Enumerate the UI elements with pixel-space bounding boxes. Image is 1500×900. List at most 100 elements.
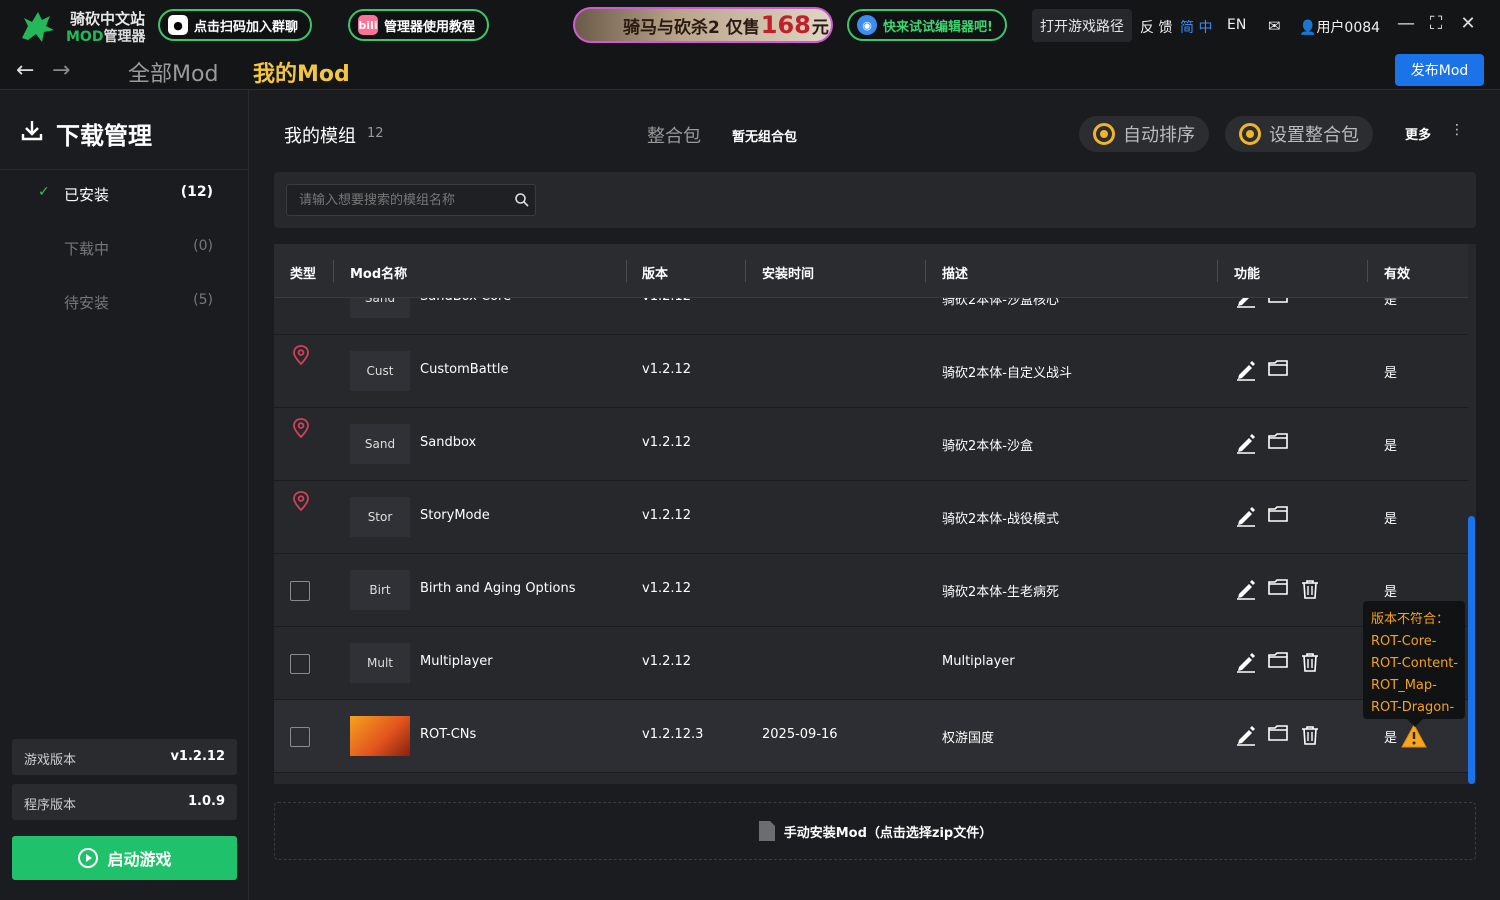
edit-icon[interactable] [1235, 578, 1257, 600]
auto-sort-button[interactable]: 自动排序 [1079, 116, 1209, 152]
sort-icon [1093, 123, 1115, 145]
main-content: 我的模组 12 整合包 暂无组合包 自动排序 设置整合包 更多 ⋮ SandSa… [250, 90, 1500, 900]
sidebar: 下载管理 ✓ 已安装 (12) 下载中 (0) 待安装 (5) 游戏版本 v1.… [0, 90, 249, 900]
mod-version: v1.2.12 [642, 654, 692, 669]
publish-mod-button[interactable]: 发布Mod [1395, 54, 1484, 86]
row-checkbox[interactable] [290, 654, 310, 674]
edit-icon[interactable] [1235, 359, 1257, 381]
trash-icon[interactable] [1299, 724, 1321, 746]
mod-description: 骑砍2本体-自定义战斗 [942, 366, 1072, 381]
no-pack-dropdown[interactable]: 暂无组合包 [732, 126, 797, 145]
table-row[interactable]: MultMultiplayerv1.2.12Multiplayer是 [274, 627, 1468, 700]
maximize-icon[interactable]: ⛶ [1426, 14, 1446, 34]
forward-arrow-icon[interactable]: → [52, 58, 70, 83]
sidebar-item-downloading[interactable]: 下载中 (0) [0, 228, 249, 268]
mail-icon[interactable]: ✉ [1268, 17, 1281, 35]
guide-pill[interactable]: bili 管理器使用教程 [348, 9, 490, 41]
mod-thumbnail [350, 716, 410, 756]
set-pack-button[interactable]: 设置整合包 [1225, 116, 1373, 152]
mod-description: 骑砍2本体-沙盒 [942, 439, 1033, 454]
user-account[interactable]: 👤用户0084 [1299, 17, 1380, 37]
lang-en[interactable]: EN [1227, 17, 1246, 33]
table-row[interactable]: Cust CustomBattle v1.2.12 骑砍2本体-自定义战斗 是 [274, 335, 1468, 408]
pack-label: 整合包 [647, 126, 701, 147]
launch-game-button[interactable]: 启动游戏 [12, 836, 237, 880]
mod-name: ROT-CNs [420, 727, 477, 742]
edit-icon[interactable] [1235, 651, 1257, 673]
row-checkbox[interactable] [290, 581, 310, 601]
robot-icon: ◉ [857, 15, 877, 35]
mod-version: v1.2.12 [642, 362, 692, 377]
valid-status: 是 [1384, 366, 1398, 381]
folder-icon[interactable] [1267, 430, 1289, 452]
search-icon[interactable] [514, 192, 530, 208]
mod-description: 骑砍2本体-战役模式 [942, 512, 1059, 527]
user-icon: 👤 [1299, 20, 1317, 36]
table-row[interactable]: Birt Birth and Aging Options v1.2.12 骑砍2本体-… [274, 554, 1468, 627]
title-bar: 骑砍中文站 MOD管理器 ● 点击扫码加入群聊 bili 管理器使用教程 骑马与… [0, 0, 1500, 50]
search-bar [274, 172, 1476, 228]
promo-banner[interactable]: 骑马与砍杀2 仅售 168 元 [573, 7, 833, 43]
folder-icon[interactable] [1267, 649, 1289, 671]
mod-name: StoryMode [420, 508, 490, 523]
more-dots-icon[interactable]: ⋮ [1450, 122, 1464, 138]
table-row[interactable]: Stor StoryMode v1.2.12 骑砍2本体-战役模式 是 [274, 481, 1468, 554]
mod-name: CustomBattle [420, 362, 509, 377]
warning-icon[interactable] [1401, 723, 1427, 748]
open-game-path-button[interactable]: 打开游戏路径 [1032, 9, 1132, 42]
app-version: 1.0.9 [187, 794, 225, 809]
mod-version: v1.2.12 [642, 508, 692, 523]
row-checkbox[interactable] [290, 727, 310, 747]
bilibili-icon: bili [358, 15, 378, 35]
download-header: 下载管理 [0, 90, 249, 170]
tab-my-mods[interactable]: 我的Mod [253, 56, 350, 88]
table-row[interactable]: Sand Sandbox v1.2.12 骑砍2本体-沙盒 是 [274, 408, 1468, 481]
app-logo: 骑砍中文站 MOD管理器 [18, 6, 148, 45]
trash-icon[interactable] [1299, 651, 1321, 673]
edit-icon[interactable] [1235, 432, 1257, 454]
mod-version: v1.2.12 [642, 581, 692, 596]
check-icon: ✓ [38, 184, 50, 200]
close-icon[interactable]: ✕ [1458, 14, 1478, 34]
folder-icon[interactable] [1267, 357, 1289, 379]
edit-icon[interactable] [1235, 505, 1257, 527]
my-group-count: 12 [367, 126, 384, 141]
mod-description: 权游国度 [942, 731, 995, 746]
sidebar-item-pending[interactable]: 待安装 (5) [0, 282, 249, 322]
version-mismatch-tooltip: 版本不符合： ROT-Core- ROT-Content- ROT_Map- R… [1363, 601, 1465, 727]
table-scrollbar[interactable] [1468, 516, 1475, 784]
tab-all-mods[interactable]: 全部Mod [128, 56, 218, 88]
feedback-link[interactable]: 反 馈 [1140, 17, 1172, 37]
folder-icon[interactable] [1267, 576, 1289, 598]
edit-icon[interactable] [1235, 724, 1257, 746]
mod-thumbnail: Mult [350, 643, 410, 683]
game-version: v1.2.12 [170, 749, 225, 764]
penguin-icon: ● [168, 15, 188, 35]
mod-version: v1.2.12.3 [642, 727, 704, 742]
folder-icon[interactable] [1267, 722, 1289, 744]
nav-bar: ← → 全部Mod 我的Mod 发布Mod [0, 50, 1500, 90]
back-arrow-icon[interactable]: ← [16, 58, 34, 83]
more-button[interactable]: 更多 [1405, 124, 1431, 143]
manual-install-button[interactable]: 手动安装Mod（点击选择zip文件） [274, 802, 1476, 860]
install-time: 2025-09-16 [762, 727, 838, 742]
app-version-box: 程序版本 1.0.9 [12, 784, 237, 820]
mod-version: v1.2.12 [642, 435, 692, 450]
editor-pill[interactable]: ◉ 快来试试编辑器吧! [847, 9, 1007, 41]
lang-cn[interactable]: 简 中 [1180, 17, 1212, 37]
table-row[interactable]: ROT-CNs v1.2.12.3 2025-09-16 权游国度 是 [274, 700, 1468, 773]
valid-status: 是 [1384, 512, 1398, 527]
trash-icon[interactable] [1299, 578, 1321, 600]
table-header: 类型 Mod名称 版本 安装时间 描述 功能 有效 [274, 244, 1468, 298]
qq-group-pill[interactable]: ● 点击扫码加入群聊 [158, 9, 313, 41]
valid-status: 是 [1384, 439, 1398, 454]
download-title: 下载管理 [56, 122, 152, 150]
search-input[interactable] [286, 184, 536, 216]
mod-name: Birth and Aging Options [420, 581, 576, 596]
minimize-icon[interactable]: — [1396, 14, 1416, 34]
valid-status: 是 [1384, 585, 1398, 600]
folder-icon[interactable] [1267, 503, 1289, 525]
mod-thumbnail: Birt [350, 570, 410, 610]
my-group-title: 我的模组 [284, 126, 356, 147]
sidebar-item-installed[interactable]: ✓ 已安装 (12) [0, 174, 249, 214]
